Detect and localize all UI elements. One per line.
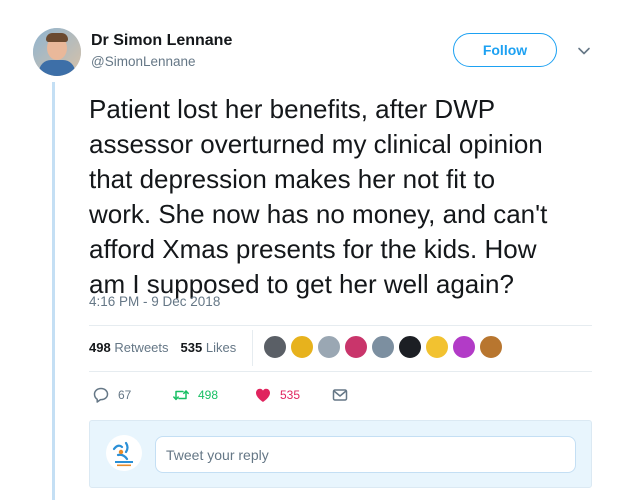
liker-avatar[interactable] (344, 335, 368, 359)
tweet-text: Patient lost her benefits, after DWP ass… (89, 92, 589, 302)
reply-composer (89, 420, 592, 488)
tweet-line: Patient lost her benefits, after DWP (89, 94, 496, 124)
author-avatar[interactable] (33, 28, 81, 76)
chevron-down-icon[interactable] (577, 44, 591, 58)
retweet-button[interactable]: 498 (172, 386, 218, 404)
liker-avatar[interactable] (479, 335, 503, 359)
envelope-icon (332, 389, 348, 401)
author-handle[interactable]: @SimonLennane (91, 54, 196, 69)
like-button[interactable]: 535 (254, 386, 300, 404)
tweet-line: work. She now has no money, and can't (89, 199, 548, 229)
like-count: 535 (280, 388, 301, 402)
liker-avatar[interactable] (452, 335, 476, 359)
retweets-stat[interactable]: 498 Retweets (89, 340, 169, 355)
retweets-label: Retweets (114, 340, 169, 355)
liker-avatar[interactable] (263, 335, 287, 359)
author-name[interactable]: Dr Simon Lennane (91, 32, 232, 50)
likes-label: Likes (205, 340, 237, 355)
liker-avatar[interactable] (317, 335, 341, 359)
stats-separator (252, 330, 253, 366)
reply-input[interactable] (155, 436, 576, 473)
likes-stat[interactable]: 535 Likes (181, 340, 237, 355)
tweet-line: assessor overturned my clinical opinion (89, 129, 543, 159)
tweet-timestamp[interactable]: 4:16 PM - 9 Dec 2018 (89, 294, 220, 309)
retweet-icon (173, 390, 189, 401)
liker-avatar[interactable] (371, 335, 395, 359)
direct-message-button[interactable] (331, 386, 349, 404)
reply-button[interactable]: 67 (92, 386, 131, 404)
divider (89, 325, 592, 326)
user-avatar[interactable] (106, 435, 142, 471)
reply-count: 67 (118, 388, 132, 402)
reply-icon (93, 387, 109, 403)
tweet-line: afford Xmas presents for the kids. How (89, 234, 537, 264)
retweets-count: 498 (89, 340, 111, 355)
likes-count: 535 (180, 340, 203, 355)
follow-button[interactable]: Follow (453, 33, 557, 67)
tweet-stats: 498 Retweets 535 Likes (89, 340, 236, 355)
liker-avatar[interactable] (425, 335, 449, 359)
divider (89, 371, 592, 372)
tweet-line: that depression makes her not fit to (89, 164, 496, 194)
liker-avatar[interactable] (290, 335, 314, 359)
liker-avatar[interactable] (398, 335, 422, 359)
heart-icon (256, 388, 270, 402)
likers-avatars (263, 335, 503, 359)
retweet-count: 498 (198, 388, 219, 402)
thread-line (52, 82, 55, 500)
